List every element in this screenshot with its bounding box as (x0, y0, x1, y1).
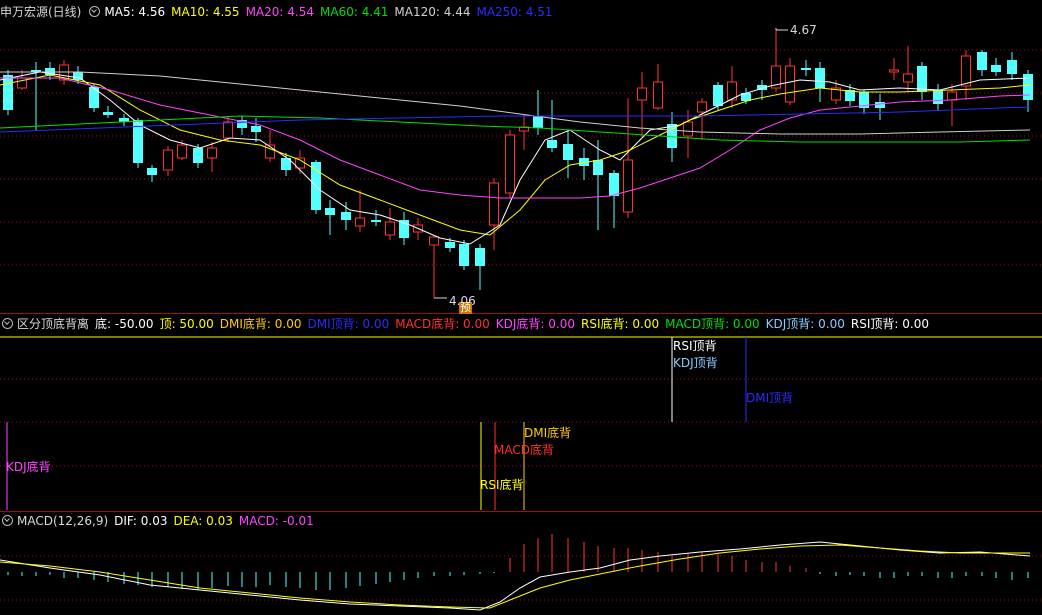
candle-body-up (903, 73, 913, 83)
candle-body-up (207, 147, 217, 159)
signal-dmi-top: DMI顶背 (746, 391, 794, 405)
stock-title: 申万宏源(日线) (0, 5, 82, 19)
candle-body-up (653, 81, 663, 109)
divergence-value: KDJ顶背: 0.00 (765, 317, 845, 331)
candle-body-down (193, 148, 203, 163)
ma250-line (0, 106, 1031, 133)
candle-body-down (547, 140, 557, 148)
ma-value: MA120: 4.44 (394, 5, 471, 19)
high-price-label: 4.67 (790, 23, 817, 37)
candle-body-up (177, 144, 187, 159)
macd-title: MACD(12,26,9) (17, 514, 109, 528)
macd-value: DEA: 0.03 (173, 514, 233, 528)
divergence-value: RSI顶背: 0.00 (850, 317, 929, 331)
candle-body-up (355, 217, 365, 227)
dif-line (0, 541, 1031, 611)
candle-body-up (947, 91, 957, 101)
divergence-value: MACD顶背: 0.00 (665, 317, 760, 331)
ma-value: MA10: 4.55 (171, 5, 240, 19)
candle-body-down (609, 173, 619, 196)
candle-body-down (147, 168, 157, 175)
signal-macd-bottom: MACD底背 (494, 443, 554, 457)
candle-body-up (163, 149, 173, 171)
candle-body-up (637, 87, 647, 101)
candle-body-down (89, 87, 99, 108)
signal-rsi-bottom: RSI底背 (480, 478, 524, 492)
candle-body-up (223, 121, 233, 139)
settings-circle-icon[interactable] (2, 515, 13, 526)
divergence-value: 底: -50.00 (95, 317, 154, 331)
macd-legend: MACD(12,26,9) DIF: 0.03 DEA: 0.03 MACD: -0.… (0, 513, 320, 529)
divergence-value: 顶: 50.00 (159, 317, 214, 331)
candle-body-up (683, 121, 693, 137)
forecast-badge: 预 (459, 301, 472, 314)
candle-body-down (371, 220, 381, 222)
candle-body-down (459, 244, 469, 266)
candle-body-down (325, 208, 335, 215)
divergence-value: DMI顶背: 0.00 (307, 317, 390, 331)
candle-body-down (3, 75, 13, 110)
settings-circle-icon[interactable] (89, 6, 101, 17)
divergence-legend: 区分顶底背离 底: -50.00 顶: 50.00 DMI底背: 0.00 DMI顶背:… (0, 316, 935, 332)
candle-body-down (933, 90, 943, 104)
main-legend: 申万宏源(日线) MA5: 4.56 MA10: 4.55 MA20: 4.54 MA6… (0, 4, 559, 20)
divergence-value: MACD底背: 0.00 (395, 317, 490, 331)
candle-body-down (977, 52, 987, 70)
ma-value: MA20: 4.54 (245, 5, 314, 19)
candle-body-up (961, 55, 971, 87)
candle-body-down (713, 85, 723, 106)
signal-dmi-bottom: DMI底背 (524, 426, 572, 440)
candle-body-down (563, 144, 573, 160)
candle-body-down (1007, 60, 1017, 74)
candle-body-down (875, 102, 885, 108)
candle-body-down (475, 248, 485, 266)
ma-value: MA60: 4.41 (320, 5, 389, 19)
candle-body-down (801, 68, 811, 70)
candle-body-up (429, 236, 439, 246)
signal-kdj-bottom: KDJ底背 (6, 460, 51, 474)
candle-body-up (505, 134, 515, 194)
candle-body-up (489, 182, 499, 226)
ma-value: MA5: 4.56 (104, 5, 166, 19)
settings-circle-icon[interactable] (2, 318, 13, 329)
candle-body-down (991, 65, 1001, 72)
signal-kdj-top: KDJ顶背 (673, 356, 718, 370)
divergence-value: KDJ底背: 0.00 (495, 317, 576, 331)
candle-body-up (385, 221, 395, 236)
indicator-title: 区分顶底背离 (17, 317, 90, 331)
divergence-value: RSI底背: 0.00 (581, 317, 660, 331)
candle-body-down (593, 160, 603, 175)
macd-value: DIF: 0.03 (114, 514, 168, 528)
candle-body-down (533, 116, 543, 128)
macd-value: MACD: -0.01 (238, 514, 314, 528)
candle-body-down (251, 126, 261, 132)
ma-value: MA250: 4.51 (476, 5, 553, 19)
divergence-value: DMI底背: 0.00 (219, 317, 302, 331)
candle-body-up (623, 159, 633, 213)
candle-body-up (889, 69, 899, 73)
candle-body-up (697, 101, 707, 113)
candle-body-down (445, 242, 455, 248)
signal-rsi-top: RSI顶背 (673, 339, 717, 353)
candle-body-down (815, 68, 825, 88)
candle-body-up (785, 65, 795, 103)
candle-body-down (917, 66, 927, 92)
candle-body-down (341, 212, 351, 220)
candle-body-down (103, 112, 113, 115)
dea-line (0, 544, 1030, 609)
